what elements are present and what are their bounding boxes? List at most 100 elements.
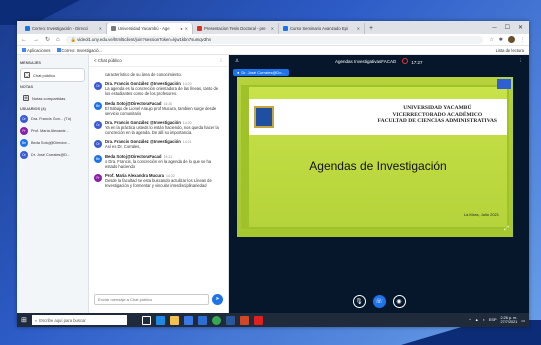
conference-app: MENSAJES ◯ Chat público NOTAS ▤ Notas co… <box>17 55 529 313</box>
mail-icon[interactable] <box>197 315 207 325</box>
user-item[interactable]: Pr Prof. María Alexandr... <box>20 127 85 135</box>
tray-arrow-icon[interactable]: ^ <box>469 318 471 322</box>
close-icon[interactable]: ✕ <box>99 26 102 31</box>
volume-icon[interactable]: ◖ <box>483 318 485 322</box>
message-body: Beda Sotoj@DirectoraFacad 14:21 o Dra. Fr… <box>105 154 223 169</box>
fullscreen-icon[interactable]: ⤢ <box>504 226 509 233</box>
chat-header[interactable]: < Chat público ⋮ <box>89 55 228 67</box>
university-icon <box>111 26 116 31</box>
close-icon[interactable]: ✕ <box>185 26 188 31</box>
chat-panel: < Chat público ⋮ característico de su ár… <box>89 55 229 313</box>
sidebar-item-label: Notas compartidas <box>32 95 66 101</box>
search-placeholder: Escribe aquí para buscar <box>39 317 86 323</box>
avatar[interactable] <box>508 36 515 43</box>
word-icon[interactable] <box>225 315 235 325</box>
chat-message: Pr Prof. María Alexandra Mucura 14:22 Des… <box>94 173 223 188</box>
message-body: característico de su área de conocimient… <box>105 72 223 77</box>
network-icon[interactable]: ▲ <box>475 318 479 322</box>
chat-message: Be Beda Sotoj@DirectoraFacad 14:20 El tra… <box>94 101 223 116</box>
browser-tab[interactable]: Correo: Investigación - Direcci ✕ <box>21 23 107 34</box>
home-icon[interactable]: ⌂ <box>56 37 60 43</box>
chat-message-list[interactable]: característico de su área de conocimient… <box>89 68 228 287</box>
message-text: Desde la facultad se esta buscando actul… <box>105 178 212 189</box>
task-view-icon[interactable] <box>141 315 151 325</box>
phone-icon[interactable]: ☏ <box>372 295 386 308</box>
user-item[interactable]: Dr Dr. José Corrales@D... <box>20 151 85 159</box>
windows-start-icon[interactable]: ⊞ <box>21 316 27 324</box>
user-icon[interactable]: ♙ <box>235 58 239 64</box>
powerpoint-icon[interactable] <box>239 315 249 325</box>
send-icon[interactable]: ➤ <box>212 293 223 305</box>
bookmark-star-icon[interactable]: ☆ <box>489 37 493 43</box>
recording-timer[interactable]: 17:27 <box>402 57 423 65</box>
university-logo <box>254 106 274 128</box>
extensions-icon[interactable]: ✱ <box>499 37 503 43</box>
user-item[interactable]: Be Beda Sotoj@Director... <box>20 139 85 147</box>
message-text: La agenda es la concreción orientadora d… <box>105 86 219 97</box>
message-text: Ya en la práctica usteds lo están hacien… <box>105 125 219 136</box>
close-icon[interactable]: ✕ <box>271 26 274 31</box>
chat-message: Dr Dra. Francis González @Investigación 1… <box>94 120 223 135</box>
more-options-icon[interactable]: ⋮ <box>219 58 223 64</box>
chrome-icon[interactable] <box>211 315 221 325</box>
store-icon[interactable] <box>183 315 193 325</box>
user-name: Beda Sotoj@Director... <box>31 141 70 145</box>
new-tab-button[interactable]: + <box>365 23 377 34</box>
minimize-icon[interactable]: ─ <box>492 23 496 34</box>
sidebar: MENSAJES ◯ Chat público NOTAS ▤ Notas co… <box>17 55 89 313</box>
avatar: Dr <box>20 151 28 159</box>
chat-message-input[interactable] <box>94 293 209 305</box>
bookmark-mail[interactable]: Correo: Investigació... <box>56 48 102 53</box>
meeting-title: Agendas InvestigativasFACAD <box>334 58 397 64</box>
more-options-icon[interactable]: ⋮ <box>518 58 523 64</box>
message-time: 14:21 <box>182 140 192 145</box>
chat-message: característico de su área de conocimient… <box>94 72 223 77</box>
message-body: Beda Sotoj@DirectoraFacad 14:20 El trabaj… <box>105 101 223 116</box>
browser-tab-active[interactable]: Universidad Yacambú - Age ● ✕ <box>107 23 193 34</box>
browser-tab[interactable]: Presentacion Tesis Doctoral - pre ✕ <box>193 23 279 34</box>
notes-icon: ▤ <box>23 95 29 101</box>
presenter-badge: ● Dr. José Corrales@Do... <box>233 69 289 76</box>
avatar: Pr <box>20 127 28 135</box>
user-item[interactable]: Dr Dra. Francis Gon... (Tú) <box>20 115 85 123</box>
acrobat-icon[interactable] <box>253 315 263 325</box>
forward-icon[interactable]: → <box>33 37 39 43</box>
back-icon[interactable]: ← <box>21 37 27 43</box>
chat-icon: ◯ <box>24 72 30 78</box>
reading-list[interactable]: Lista de lectura <box>496 48 524 53</box>
recording-dot-icon: ● <box>180 26 183 31</box>
menu-icon[interactable]: ⋮ <box>520 37 525 43</box>
reload-icon[interactable]: ↻ <box>45 36 50 43</box>
mail-icon <box>25 26 30 31</box>
sidebar-item-shared-notes[interactable]: ▤ Notas compartidas <box>20 92 85 104</box>
address-bar-actions: ☆ ✱ ⋮ <box>489 36 525 43</box>
apps-icon <box>22 48 26 53</box>
slide-decoration <box>497 79 511 89</box>
message-text: El trabajo de Lionel Araujo prof Mucura,… <box>105 105 217 116</box>
maximize-icon[interactable]: ☐ <box>505 23 510 34</box>
folder-icon[interactable] <box>169 315 179 325</box>
clock[interactable]: 2:26 p. m. 27/7/2021 <box>501 316 518 325</box>
bookmark-apps[interactable]: Aplicaciones <box>22 48 51 53</box>
avatar: Be <box>94 154 102 163</box>
notifications-icon[interactable]: ▭ <box>521 318 525 323</box>
language-indicator[interactable]: ESP <box>489 318 497 322</box>
window-controls: ─ ☐ ✕ <box>492 23 529 34</box>
camera-icon[interactable]: ◉ <box>392 295 406 308</box>
chat-title: < Chat público <box>94 58 122 63</box>
close-window-icon[interactable]: ✕ <box>518 23 523 34</box>
avatar: Dr <box>94 140 102 149</box>
microphone-icon[interactable]: 🎙 <box>352 295 366 308</box>
taskbar-search[interactable]: ⌕ Escribe aquí para buscar <box>31 315 127 325</box>
sidebar-item-public-chat[interactable]: ◯ Chat público <box>20 68 85 82</box>
message-text: característico de su área de conocimient… <box>105 72 182 77</box>
message-text: Así es Dr. Corrales, <box>105 144 141 150</box>
edge-icon[interactable] <box>155 315 165 325</box>
url-field[interactable]: 🔒 videol1.uny.edu.ve/html5client/join?se… <box>65 35 484 44</box>
user-name: Prof. María Alexandr... <box>31 129 69 133</box>
search-icon: ⌕ <box>34 317 38 323</box>
message-body: Dra. Francis González @Investigación 14:2… <box>105 81 223 96</box>
taskbar-apps <box>141 315 263 325</box>
close-icon[interactable]: ✕ <box>357 26 360 31</box>
browser-tab[interactable]: Curso Seminario Avanzado Epi ✕ <box>279 23 365 34</box>
